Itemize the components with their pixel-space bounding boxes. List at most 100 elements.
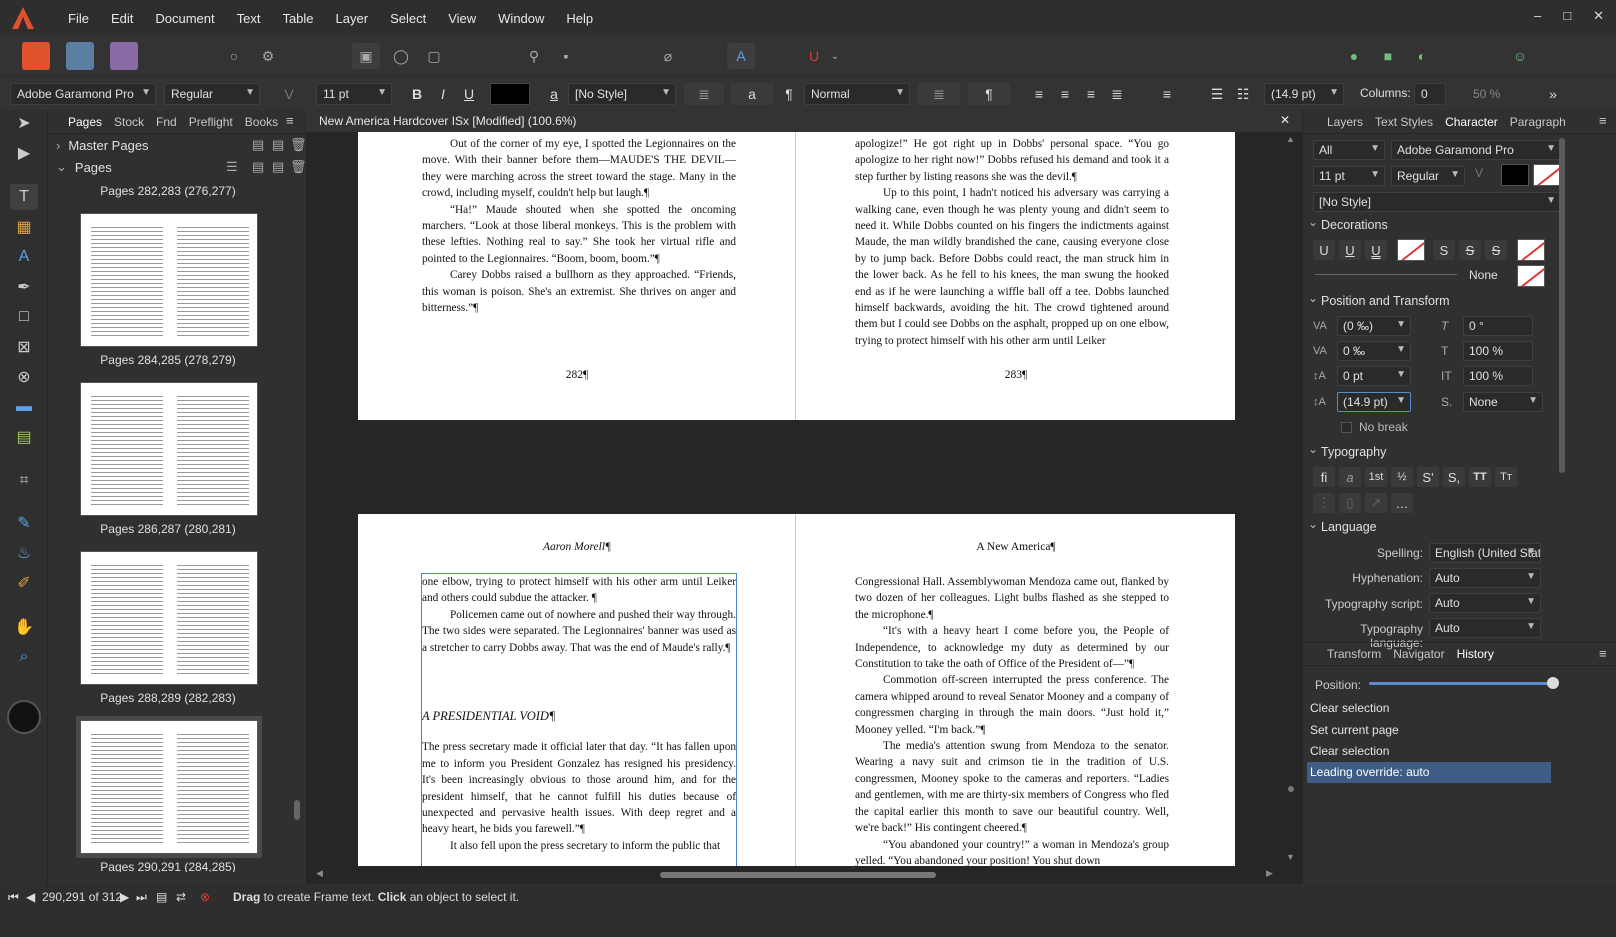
typography-section[interactable]: Typography [1303, 442, 1603, 465]
delete-master-icon[interactable]: 🗑 [290, 137, 307, 153]
transparency-tool-icon[interactable]: ♨ [10, 540, 38, 566]
font-style-select[interactable]: Regular ▼ [1391, 166, 1465, 186]
color-picker-icon[interactable]: ◐ [1408, 43, 1436, 69]
font-size-select[interactable]: 11 pt ▼ [1313, 166, 1385, 186]
document-canvas[interactable]: New America Hardcover ISx [Modified] (10… [306, 110, 1302, 884]
color-swatch-icon[interactable] [7, 700, 41, 734]
ligatures-icon[interactable]: fi [1313, 467, 1335, 487]
tab-history[interactable]: History [1457, 647, 1494, 661]
duplicate-master-icon[interactable]: ▤ [272, 137, 284, 153]
character-style-select[interactable]: [No Style] ▼ [568, 83, 676, 105]
table-tool-icon[interactable]: ▦ [10, 214, 38, 240]
last-page-icon[interactable]: ⏭ [136, 890, 147, 905]
delete-page-icon[interactable]: 🗑 [290, 159, 307, 175]
align-right-icon[interactable]: ≡ [1082, 83, 1100, 105]
preview-mode-icon[interactable]: ◯ [387, 43, 415, 69]
fill-tool-icon[interactable]: ✎ [10, 510, 38, 536]
menu-text[interactable]: Text [237, 11, 261, 26]
subscript-icon[interactable]: S, [1443, 467, 1465, 487]
settings-gear-icon[interactable]: ⚙ [254, 43, 282, 69]
hand-tool-icon[interactable]: ✋ [10, 614, 38, 640]
publisher-persona-icon[interactable] [22, 42, 50, 70]
text-color-swatch[interactable] [490, 83, 530, 105]
menu-help[interactable]: Help [566, 11, 593, 26]
menu-select[interactable]: Select [390, 11, 426, 26]
tab-pages[interactable]: Pages [68, 115, 102, 129]
shear-input[interactable]: 0 ° [1463, 316, 1533, 336]
paragraph-options-icon[interactable]: ≣ [918, 83, 960, 105]
underline-double-icon[interactable]: U [1365, 240, 1387, 260]
more-typography-icon[interactable]: … [1391, 493, 1413, 513]
page-thumbnail[interactable] [80, 382, 258, 516]
place-image-tool-icon[interactable]: ▬ [10, 394, 38, 420]
numbered-list-icon[interactable]: ☷ [1234, 83, 1252, 105]
font-style-select[interactable]: Regular ▼ [164, 83, 260, 105]
add-master-icon[interactable]: ▤ [252, 137, 264, 153]
outline-color-none-swatch[interactable] [1517, 265, 1545, 287]
document-tab[interactable]: New America Hardcover ISx [Modified] (10… [306, 110, 1302, 132]
picture-frame-tool-icon[interactable]: ⊠ [10, 334, 38, 360]
leading-select[interactable]: (14.9 pt) ▼ [1264, 83, 1344, 105]
add-page-icon[interactable]: ▤ [252, 159, 264, 175]
node-tool-icon[interactable]: ▶ [10, 140, 38, 166]
text-frame-mode-icon[interactable]: A [727, 43, 755, 69]
highlight-none-swatch[interactable] [1533, 164, 1561, 186]
scroll-up-icon[interactable]: ▲ [1286, 134, 1295, 144]
scroll-left-icon[interactable]: ◀ [316, 868, 323, 879]
text-frame[interactable]: apologize!” He got right up in Dobbs' pe… [855, 136, 1169, 349]
history-item[interactable]: Set current page [1307, 720, 1551, 741]
tab-navigator[interactable]: Navigator [1393, 647, 1444, 661]
character-style-select[interactable]: [No Style] ▼ [1313, 192, 1561, 212]
master-pages-section[interactable]: › Master Pages ▤ ▤ 🗑 [48, 134, 307, 156]
pages-section[interactable]: ⌄ Pages ☰ ▤ ▤ 🗑 [48, 156, 307, 178]
vertical-scrollbar[interactable]: ▲ ▼ [1286, 134, 1296, 864]
font-family-select[interactable]: Adobe Garamond Pro ▼ [10, 83, 156, 105]
position-transform-section[interactable]: Position and Transform [1303, 291, 1603, 314]
pen-tool-icon[interactable]: ✒ [10, 274, 38, 300]
stylistic-alternates-icon[interactable]: a [1339, 467, 1361, 487]
decorations-section[interactable]: Decorations [1303, 215, 1603, 238]
font-size-select[interactable]: 11 pt ▼ [316, 83, 392, 105]
photo-persona-icon[interactable] [110, 42, 138, 70]
hyphenation-select[interactable]: Auto ▼ [1429, 568, 1541, 588]
script-select[interactable]: None ▼ [1463, 392, 1543, 412]
bullet-list-icon[interactable]: ☰ [1208, 83, 1226, 105]
leading-input[interactable]: (14.9 pt) ▼ [1337, 392, 1411, 412]
tracking-icon[interactable]: V [280, 83, 298, 105]
selected-text-frame[interactable]: one elbow, trying to protect himself wit… [421, 573, 737, 866]
color-picker-tool-icon[interactable]: ✐ [10, 570, 38, 596]
spread-toggle-icon[interactable]: ⇄ [176, 890, 186, 904]
scroll-down-icon[interactable]: ▼ [1286, 852, 1295, 862]
bold-button[interactable]: B [408, 83, 426, 105]
strike-color-none-swatch[interactable] [1517, 239, 1545, 261]
superscript-icon[interactable]: S' [1417, 467, 1439, 487]
strikethrough-icon[interactable]: S [1433, 240, 1455, 260]
maximize-button[interactable]: □ [1563, 8, 1571, 24]
table-place-tool-icon[interactable]: ▤ [10, 424, 38, 450]
language-section[interactable]: Language [1303, 517, 1603, 540]
history-slider-thumb[interactable] [1547, 677, 1559, 689]
tracking-input[interactable]: (0 ‰) ▼ [1337, 316, 1411, 336]
align-center-icon[interactable]: ≡ [1056, 83, 1074, 105]
panel-menu-icon[interactable]: ≡ [1599, 113, 1607, 128]
page-thumbnail[interactable] [80, 551, 258, 685]
pin-icon[interactable]: ⚲ [520, 43, 548, 69]
menu-file[interactable]: File [68, 11, 89, 26]
rectangle-tool-icon[interactable]: □ [10, 304, 38, 330]
tab-text-styles[interactable]: Text Styles [1375, 115, 1433, 129]
duplicate-page-icon[interactable]: ▤ [272, 159, 284, 175]
character-panel-scrollbar[interactable] [1559, 138, 1565, 638]
text-frame[interactable]: Out of the corner of my eye, I spotted t… [422, 136, 736, 316]
close-document-icon[interactable]: ✕ [1280, 113, 1290, 127]
tab-preflight[interactable]: Preflight [189, 115, 233, 129]
tab-books[interactable]: Books [245, 115, 278, 129]
tab-paragraph[interactable]: Paragraph [1510, 115, 1566, 129]
panel-menu-icon[interactable]: ≡ [1599, 646, 1607, 661]
horizontal-scrollbar[interactable]: ◀ ▶ [316, 868, 1276, 880]
bleed-mode-icon[interactable]: ▢ [420, 43, 448, 69]
preflight-error-icon[interactable]: ⊗ [200, 890, 210, 904]
text-frame[interactable]: Congressional Hall. Assemblywoman Mendoz… [855, 574, 1169, 866]
first-page-icon[interactable]: ⏮ [8, 890, 19, 905]
titling-icon[interactable]: ▯ [1339, 493, 1361, 513]
underline-icon[interactable]: U [1313, 240, 1335, 260]
